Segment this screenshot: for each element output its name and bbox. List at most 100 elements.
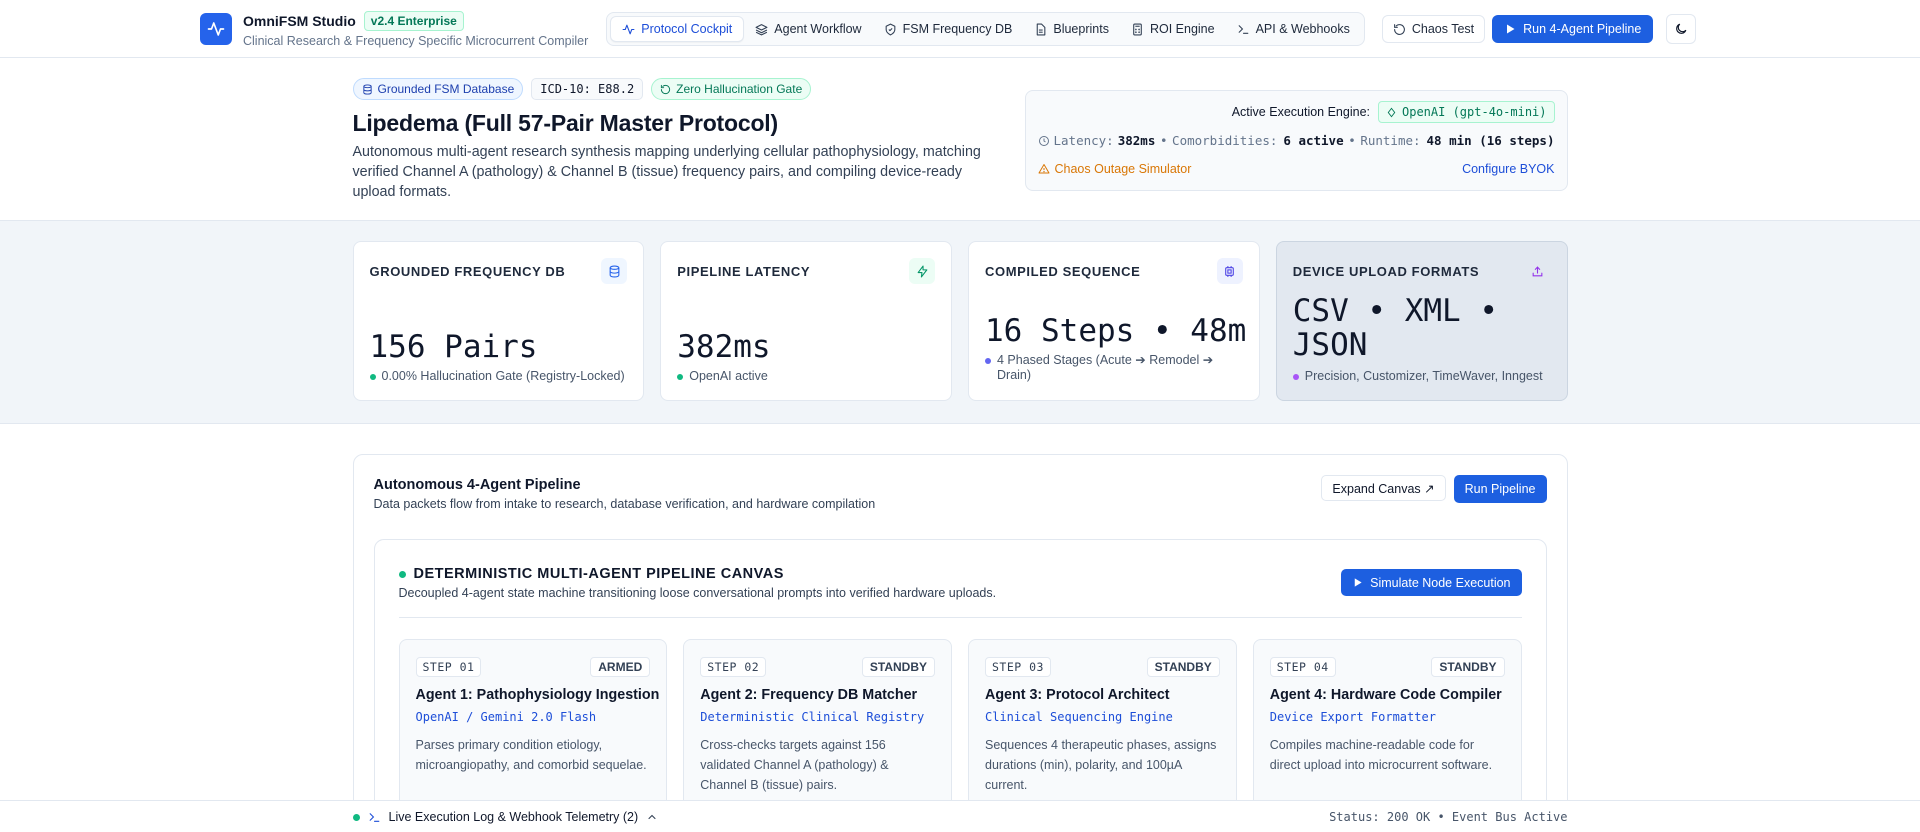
latency-label: Latency:	[1053, 133, 1114, 148]
brand-subtitle: Clinical Research & Frequency Specific M…	[243, 33, 589, 48]
stat-foot-text: OpenAI active	[689, 369, 768, 383]
protocol-hero: Grounded FSM Database ICD-10: E88.2 Zero…	[0, 58, 1920, 221]
nav-protocol-cockpit[interactable]: Protocol Cockpit	[610, 16, 745, 42]
stat-title: PIPELINE LATENCY	[677, 264, 811, 279]
agent-description: Compiles machine-readable code for direc…	[1269, 738, 1493, 772]
stat-value: 16 Steps • 48m	[985, 313, 1247, 349]
stat-footnote: OpenAI active	[677, 369, 935, 384]
chaos-test-label: Chaos Test	[1411, 22, 1475, 36]
cpu-icon	[1216, 258, 1243, 284]
grounded-db-tag: Grounded FSM Database	[352, 78, 524, 100]
tag-label: Grounded FSM Database	[377, 82, 515, 96]
nav-blueprints[interactable]: Blueprints	[1023, 16, 1120, 42]
nav-label: Blueprints	[1053, 22, 1109, 36]
step-chip: STEP 03	[985, 657, 1051, 677]
execution-engine-panel: Active Execution Engine: OpenAI (gpt-4o-…	[1024, 90, 1568, 191]
stat-foot-text: Precision, Customizer, TimeWaver, Innges…	[1304, 369, 1543, 383]
stat-footnote: Precision, Customizer, TimeWaver, Innges…	[1292, 369, 1551, 384]
page-title: Lipedema (Full 57-Pair Master Protocol)	[352, 110, 779, 136]
stat-title: GROUNDED FREQUENCY DB	[369, 264, 566, 279]
main-nav: Protocol Cockpit Agent Workflow FSM Freq…	[606, 12, 1365, 46]
step-chip: STEP 01	[415, 657, 482, 677]
file-icon	[1037, 23, 1046, 35]
clock-icon	[1038, 135, 1049, 146]
status-dot	[1292, 374, 1299, 380]
step-chip: STEP 02	[700, 657, 767, 677]
activity-icon	[622, 24, 635, 34]
stat-footnote: 0.00% Hallucination Gate (Registry-Locke…	[369, 369, 628, 384]
play-icon	[1354, 578, 1362, 587]
shield-icon	[885, 23, 895, 35]
stat-card-compiled-sequence: COMPILED SEQUENCE 16 Steps • 48m 4 Phase…	[968, 241, 1260, 401]
nav-label: Agent Workflow	[774, 22, 862, 36]
stat-foot-text: 4 Phased Stages (Acute ➔ Remodel ➔ Drain…	[997, 353, 1214, 382]
stat-foot-text: 0.00% Hallucination Gate (Registry-Locke…	[381, 369, 625, 383]
brand-logo-activity-icon[interactable]	[200, 13, 232, 45]
status-dot	[352, 813, 360, 821]
moon-icon	[1676, 23, 1687, 34]
status-dot	[677, 374, 684, 380]
database-icon	[362, 83, 372, 95]
live-execution-log-bar[interactable]: Live Execution Log & Webhook Telemetry (…	[0, 800, 1920, 832]
stat-title: DEVICE UPLOAD FORMATS	[1292, 264, 1480, 279]
stat-value: CSV • XML • JSON	[1292, 293, 1499, 363]
engine-label: Active Execution Engine:	[1231, 105, 1370, 119]
warning-icon	[1038, 164, 1049, 174]
simulate-label: Simulate Node Execution	[1370, 575, 1511, 590]
refresh-icon	[1393, 23, 1405, 35]
terminal-icon	[369, 812, 379, 822]
log-toggle[interactable]: Live Execution Log & Webhook Telemetry (…	[352, 810, 659, 824]
top-navigation-bar: OmniFSM Studio v2.4 Enterprise Clinical …	[0, 0, 1920, 58]
step-chip: STEP 04	[1269, 657, 1336, 677]
separator: •	[1159, 133, 1168, 148]
nav-api-webhooks[interactable]: API & Webhooks	[1226, 16, 1361, 42]
simulate-node-execution-button[interactable]: Simulate Node Execution	[1341, 569, 1522, 596]
agent-name: Agent 2: Frequency DB Matcher	[700, 687, 918, 703]
chaos-outage-simulator-link[interactable]: Chaos Outage Simulator	[1038, 162, 1192, 176]
agent-name: Agent 3: Protocol Architect	[985, 687, 1170, 703]
canvas-subtitle: Decoupled 4-agent state machine transiti…	[398, 586, 997, 600]
agent-model: Device Export Formatter	[1269, 710, 1436, 724]
tag-label: Zero Hallucination Gate	[676, 82, 803, 96]
pipeline-subtitle: Data packets flow from intake to researc…	[373, 497, 876, 511]
status-badge: STANDBY	[861, 657, 935, 677]
stat-footnote: 4 Phased Stages (Acute ➔ Remodel ➔ Drain…	[985, 353, 1243, 383]
agent-name: Agent 1: Pathophysiology Ingestion	[415, 687, 660, 703]
database-icon	[601, 258, 628, 284]
canvas-title: DETERMINISTIC MULTI-AGENT PIPELINE CANVA…	[398, 566, 784, 582]
status-badge: STANDBY	[1431, 657, 1505, 677]
theme-toggle-button[interactable]	[1666, 14, 1697, 44]
stat-value: 156 Pairs	[369, 329, 538, 365]
expand-canvas-button[interactable]: Expand Canvas ↗	[1321, 475, 1446, 501]
run-pipeline-button[interactable]: Run Pipeline	[1453, 475, 1547, 503]
calculator-icon	[1133, 23, 1142, 35]
nav-agent-workflow[interactable]: Agent Workflow	[744, 16, 872, 42]
stat-card-device-upload-formats: DEVICE UPLOAD FORMATS CSV • XML • JSON P…	[1275, 241, 1568, 401]
brand-name: OmniFSM Studio	[243, 12, 356, 29]
canvas-title-text: DETERMINISTIC MULTI-AGENT PIPELINE CANVA…	[413, 566, 784, 582]
configure-byok-link[interactable]: Configure BYOK	[1462, 162, 1554, 176]
nav-fsm-frequency-db[interactable]: FSM Frequency DB	[873, 16, 1024, 42]
stat-value: 382ms	[677, 329, 771, 365]
engine-name: OpenAI (gpt-4o-mini)	[1402, 105, 1547, 119]
zap-icon	[909, 258, 935, 284]
runtime-label: Runtime:	[1360, 133, 1421, 148]
chaos-label: Chaos Outage Simulator	[1054, 162, 1192, 176]
status-dot	[398, 570, 406, 578]
runtime-value: 48 min (16 steps)	[1426, 133, 1555, 148]
chaos-test-button[interactable]: Chaos Test	[1381, 15, 1486, 43]
engine-chip[interactable]: OpenAI (gpt-4o-mini)	[1378, 101, 1555, 123]
icd-code-tag: ICD-10: E88.2	[531, 78, 644, 100]
version-badge: v2.4 Enterprise	[363, 10, 464, 31]
refresh-icon	[661, 84, 671, 94]
stat-card-pipeline-latency: PIPELINE LATENCY 382ms OpenAI active	[660, 241, 952, 401]
status-dot	[985, 358, 991, 364]
nav-label: ROI Engine	[1149, 22, 1215, 36]
run-4-agent-pipeline-button[interactable]: Run 4-Agent Pipeline	[1492, 15, 1654, 43]
engine-metrics: Latency: 382ms • Comorbidities: 6 active…	[1038, 133, 1555, 148]
status-badge: STANDBY	[1146, 657, 1220, 677]
latency-value: 382ms	[1117, 133, 1156, 148]
layers-icon	[755, 23, 768, 35]
agent-description: Parses primary condition etiology, micro…	[415, 738, 647, 772]
nav-roi-engine[interactable]: ROI Engine	[1120, 16, 1226, 42]
